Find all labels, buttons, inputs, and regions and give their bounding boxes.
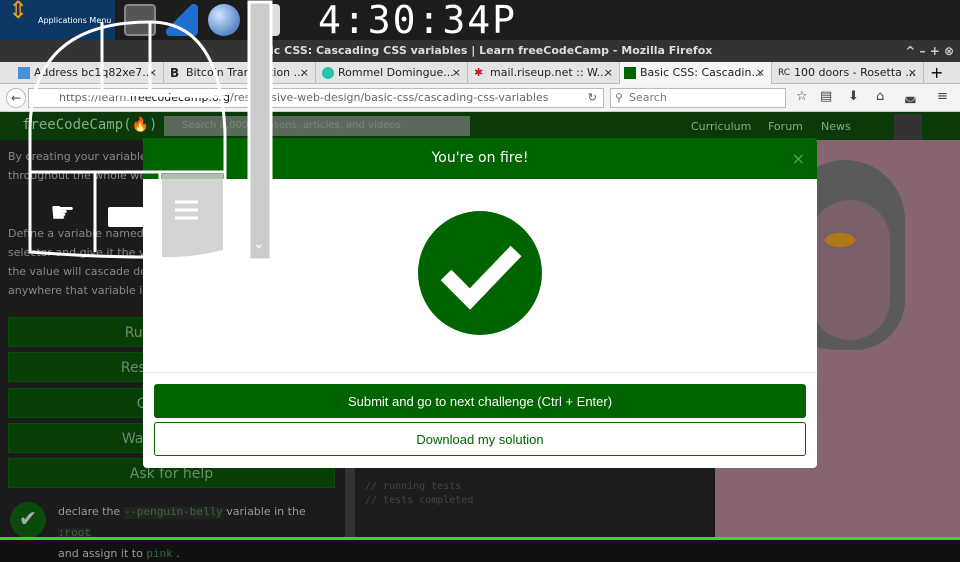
- test-text: .: [176, 547, 180, 560]
- window-title-text: Basic CSS: Cascading CSS variables | Lea…: [247, 44, 713, 57]
- penguin-beak: [825, 233, 855, 247]
- tab[interactable]: RC 100 doors - Rosetta ... ×: [774, 62, 924, 84]
- test-code: --penguin-belly: [123, 507, 223, 519]
- console-line: // tests completed: [365, 495, 474, 506]
- tab-label: Basic CSS: Cascadin...: [640, 66, 762, 79]
- tab-label: Rommel Domingue...: [338, 66, 454, 79]
- tab-favicon: [322, 67, 334, 79]
- hand-pointer-icon: ☛: [50, 196, 75, 229]
- download-icon[interactable]: ⬇: [848, 89, 859, 104]
- close-tab-icon[interactable]: ×: [756, 62, 765, 84]
- divider: [143, 372, 817, 373]
- riseup-favicon: ✱: [474, 66, 484, 79]
- tab-label: mail.riseup.net :: W...: [490, 66, 608, 79]
- test-item: declare the --penguin-belly variable in …: [58, 502, 338, 562]
- reload-icon[interactable]: ↻: [588, 89, 597, 107]
- tab[interactable]: Rommel Domingue... ×: [318, 62, 468, 84]
- search-input[interactable]: ⚲ Search: [610, 88, 786, 108]
- bookmark-star-icon[interactable]: ☆: [796, 89, 808, 104]
- close-tab-icon[interactable]: ×: [908, 62, 917, 84]
- nav-link-forum[interactable]: Forum: [768, 120, 803, 133]
- submit-next-button[interactable]: Submit and go to next challenge (Ctrl + …: [154, 384, 806, 418]
- test-text: and assign it to: [58, 547, 143, 560]
- home-icon[interactable]: ⌂: [876, 89, 884, 104]
- scroll-down-icon: ⌄: [253, 236, 265, 252]
- fcc-favicon: [624, 67, 636, 79]
- menu-icon[interactable]: ≡: [937, 89, 948, 104]
- close-tab-icon[interactable]: ×: [300, 62, 309, 84]
- clock: 4:30:34P: [318, 0, 518, 42]
- avatar[interactable]: [894, 114, 922, 140]
- test-text: declare the: [58, 505, 121, 518]
- test-passed-icon: ✔: [10, 502, 46, 538]
- search-icon: ⚲: [615, 91, 624, 104]
- test-code: pink: [146, 549, 173, 561]
- close-tab-icon[interactable]: ×: [452, 62, 461, 84]
- close-icon[interactable]: ×: [792, 138, 805, 179]
- nav-link-curriculum[interactable]: Curriculum: [691, 120, 751, 133]
- check-circle-icon: [418, 211, 542, 335]
- close-tab-icon[interactable]: ×: [604, 62, 613, 84]
- tab[interactable]: ✱ mail.riseup.net :: W... ×: [470, 62, 620, 84]
- window-controls[interactable]: ^ – + ⊗: [905, 40, 954, 62]
- modal-title: You're on fire!: [431, 150, 529, 166]
- reading-list-icon[interactable]: ▤: [820, 89, 832, 104]
- tab-label: 100 doors - Rosetta ...: [794, 66, 916, 79]
- rosetta-favicon: RC: [778, 68, 791, 78]
- download-solution-button[interactable]: Download my solution: [154, 422, 806, 456]
- pocket-icon[interactable]: ◛: [904, 89, 917, 104]
- new-tab-button[interactable]: +: [930, 62, 943, 84]
- onscreen-touch-overlay[interactable]: ☛ ⌄: [20, 0, 280, 262]
- keyboard-icon: [108, 207, 144, 227]
- console-line: // running tests: [365, 481, 462, 492]
- search-placeholder: Search: [629, 91, 667, 104]
- tab-active[interactable]: Basic CSS: Cascadin... ×: [620, 62, 772, 84]
- nav-link-news[interactable]: News: [821, 120, 851, 133]
- test-text: variable in the: [226, 505, 306, 518]
- test-console: // running tests // tests completed: [365, 480, 473, 508]
- penguin-belly: [810, 200, 890, 340]
